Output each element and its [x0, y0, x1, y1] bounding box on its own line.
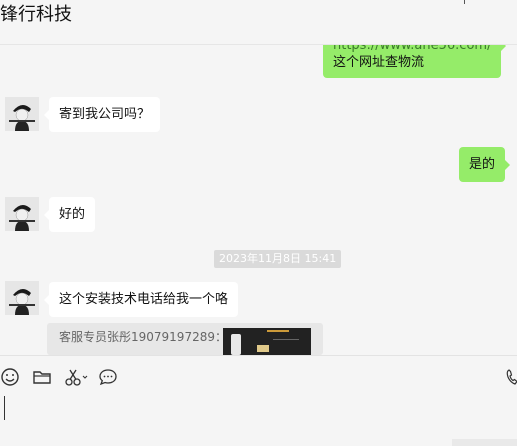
chat-bubble-icon[interactable]: [98, 367, 118, 387]
thumbnail-detail: [273, 339, 299, 340]
thumbnail-detail: [231, 334, 241, 355]
emoji-icon[interactable]: [0, 367, 20, 387]
avatar[interactable]: [5, 281, 39, 315]
message-bubble-outgoing[interactable]: 是的: [459, 147, 511, 182]
thumbnail-detail: [267, 330, 289, 332]
message-timestamp: 2023年11月8日 15:41: [214, 250, 342, 268]
chat-title: 锋行科技: [0, 4, 72, 25]
message-bubble-incoming[interactable]: 这个安装技术电话给我一个咯: [43, 282, 239, 317]
folder-icon[interactable]: [32, 367, 52, 387]
more-menu-icon[interactable]: [464, 0, 465, 4]
scissors-icon[interactable]: [64, 367, 88, 387]
quoted-message[interactable]: 客服专员张彤19079197289：: [47, 323, 323, 355]
message-bubble-incoming[interactable]: 好的: [43, 197, 96, 232]
avatar-image-icon: [5, 97, 39, 131]
avatar[interactable]: [5, 197, 39, 231]
message-input-caret[interactable]: [4, 396, 5, 420]
quoted-message-text: 客服专员张彤19079197289：: [59, 330, 227, 344]
avatar-image-icon: [5, 281, 39, 315]
avatar-image-icon: [5, 197, 39, 231]
quoted-image-thumbnail[interactable]: [223, 328, 311, 355]
avatar[interactable]: [5, 97, 39, 131]
message-bubble-outgoing[interactable]: https://www.ane56.com/ 这个网址查物流: [323, 45, 507, 78]
phone-icon[interactable]: [505, 367, 517, 387]
message-link[interactable]: https://www.ane56.com/: [333, 45, 491, 54]
send-button[interactable]: [452, 439, 517, 446]
message-text: 这个网址查物流: [333, 55, 425, 70]
message-list[interactable]: https://www.ane56.com/ 这个网址查物流 寄到我公司吗？ 是…: [0, 45, 517, 355]
input-toolbar: [0, 355, 517, 446]
chat-header: 锋行科技: [0, 0, 517, 45]
thumbnail-detail: [257, 345, 269, 352]
message-bubble-incoming[interactable]: 寄到我公司吗？: [43, 97, 161, 132]
